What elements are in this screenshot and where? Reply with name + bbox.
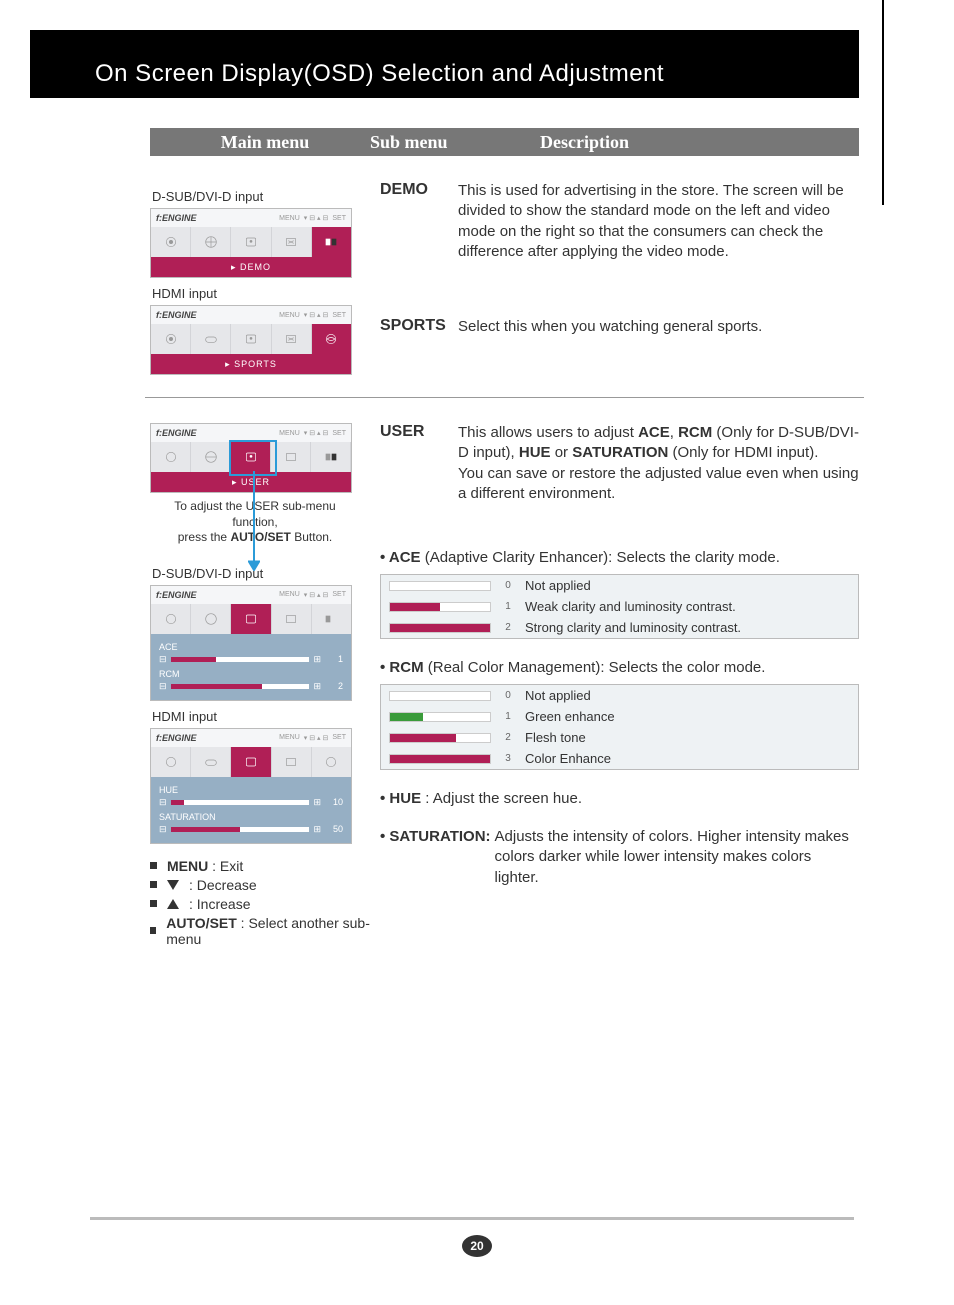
osd-panel-sports: f:ENGINE MENU ▾ ⊟ ▴ ⊟ SET ▸ SPORTS xyxy=(150,305,352,375)
desc-demo: This is used for advertising in the stor… xyxy=(458,181,859,262)
title-band: On Screen Display(OSD) Selection and Adj… xyxy=(30,30,859,98)
hue-heading: • HUE : Adjust the screen hue. xyxy=(380,790,859,807)
osd-panel-demo: f:ENGINE MENU ▾ ⊟ ▴ ⊟ SET ▸ DEMO xyxy=(150,208,352,278)
page-title: On Screen Display(OSD) Selection and Adj… xyxy=(95,60,664,88)
osd-panel-user-dsub: f:ENGINE MENU ▾ ⊟ ▴ ⊟ SET ACE ⊟ xyxy=(150,585,352,701)
page-number: 20 xyxy=(462,1235,492,1257)
header-main: Main menu xyxy=(160,132,370,153)
desc-user: This allows users to adjust ACE, RCM (On… xyxy=(458,423,859,504)
osd-panel-user-hdmi: f:ENGINE MENU ▾ ⊟ ▴ ⊟ SET HUE ⊟ xyxy=(150,728,352,844)
arrow-down-icon xyxy=(248,471,260,571)
mode-normal-icon xyxy=(272,324,312,354)
osd-set-label: SET xyxy=(332,215,346,222)
input-label-hdmi-2: HDMI input xyxy=(152,709,380,724)
submenu-sports: SPORTS xyxy=(380,317,458,337)
desc-sports: Select this when you watching general sp… xyxy=(458,317,859,337)
mode-sports-icon xyxy=(312,324,351,354)
column-header-row: Main menu Sub menu Description xyxy=(150,128,859,156)
submenu-demo: DEMO xyxy=(380,181,458,262)
up-triangle-icon xyxy=(167,899,179,909)
mode-normal-icon xyxy=(272,227,312,257)
input-label-hdmi-1: HDMI input xyxy=(152,286,380,301)
saturation-heading: • SATURATION: Adjusts the intensity of c… xyxy=(380,827,859,888)
button-legend: MENU : Exit : Decrease : Increase AUTO/S… xyxy=(150,858,380,947)
mode-normal-icon xyxy=(271,442,311,472)
hue-slider-label: HUE xyxy=(159,785,343,795)
mode-demo-icon xyxy=(312,227,351,257)
mode-demo-icon xyxy=(311,442,351,472)
mode-movie-icon xyxy=(151,442,191,472)
ace-slider-label: ACE xyxy=(159,642,343,652)
mode-movie-icon xyxy=(151,324,191,354)
down-triangle-icon xyxy=(167,880,179,890)
ace-table: 0Not applied 1Weak clarity and luminosit… xyxy=(380,574,859,639)
mode-game-icon xyxy=(191,324,231,354)
right-margin-rule xyxy=(882,0,884,205)
bottom-rule xyxy=(90,1217,854,1220)
mode-internet-icon xyxy=(191,227,231,257)
submenu-user: USER xyxy=(380,423,458,504)
mode-movie-icon xyxy=(151,227,191,257)
mode-user-icon xyxy=(231,227,271,257)
ace-heading: • ACE (Adaptive Clarity Enhancer): Selec… xyxy=(380,549,859,566)
rcm-slider-label: RCM xyxy=(159,669,343,679)
mode-user-icon xyxy=(231,324,271,354)
mode-internet-icon xyxy=(191,442,231,472)
sat-slider-label: SATURATION xyxy=(159,812,343,822)
input-label-dsub-2: D-SUB/DVI-D input xyxy=(152,566,380,581)
rcm-heading: • RCM (Real Color Management): Selects t… xyxy=(380,659,859,676)
osd-menu-label: MENU xyxy=(279,215,300,222)
input-label-dsub-1: D-SUB/DVI-D input xyxy=(152,189,380,204)
header-desc: Description xyxy=(540,132,849,153)
header-sub: Sub menu xyxy=(370,132,540,153)
rcm-table: 0Not applied 1Green enhance 2Flesh tone … xyxy=(380,684,859,770)
osd-foot-sports: ▸ SPORTS xyxy=(151,354,351,374)
osd-foot-demo: ▸ DEMO xyxy=(151,257,351,277)
section-divider xyxy=(145,397,864,398)
osd-brand: f:ENGINE xyxy=(156,213,197,223)
